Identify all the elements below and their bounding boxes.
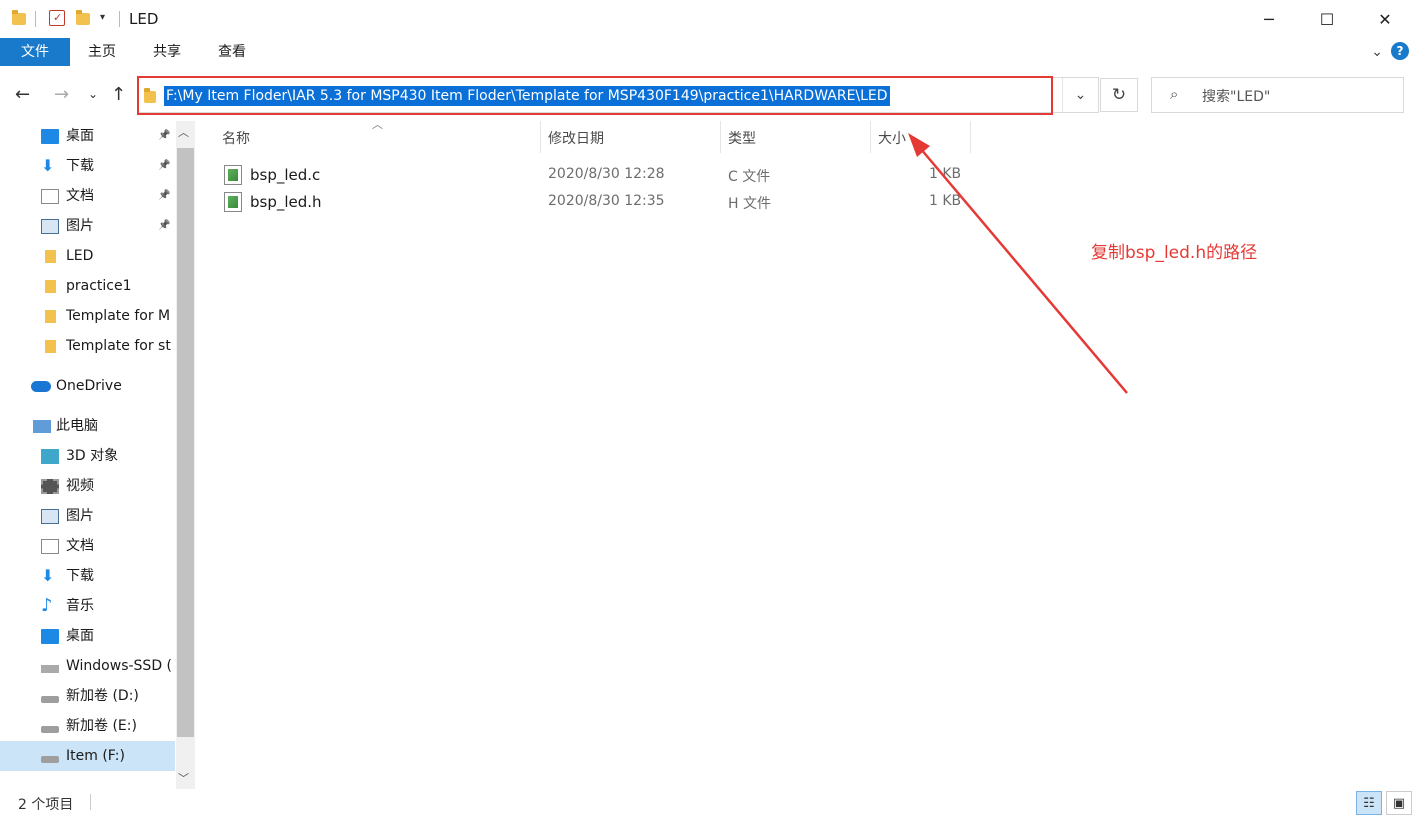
details-view-button[interactable]: ☷ <box>1356 791 1382 815</box>
item-count: 2 个项目 <box>18 797 74 813</box>
divider <box>90 794 91 810</box>
large-icons-view-button[interactable]: ▣ <box>1386 791 1412 815</box>
annotation-text: 复制bsp_led.h的路径 <box>1091 243 1258 263</box>
annotation-arrow <box>908 133 1128 394</box>
